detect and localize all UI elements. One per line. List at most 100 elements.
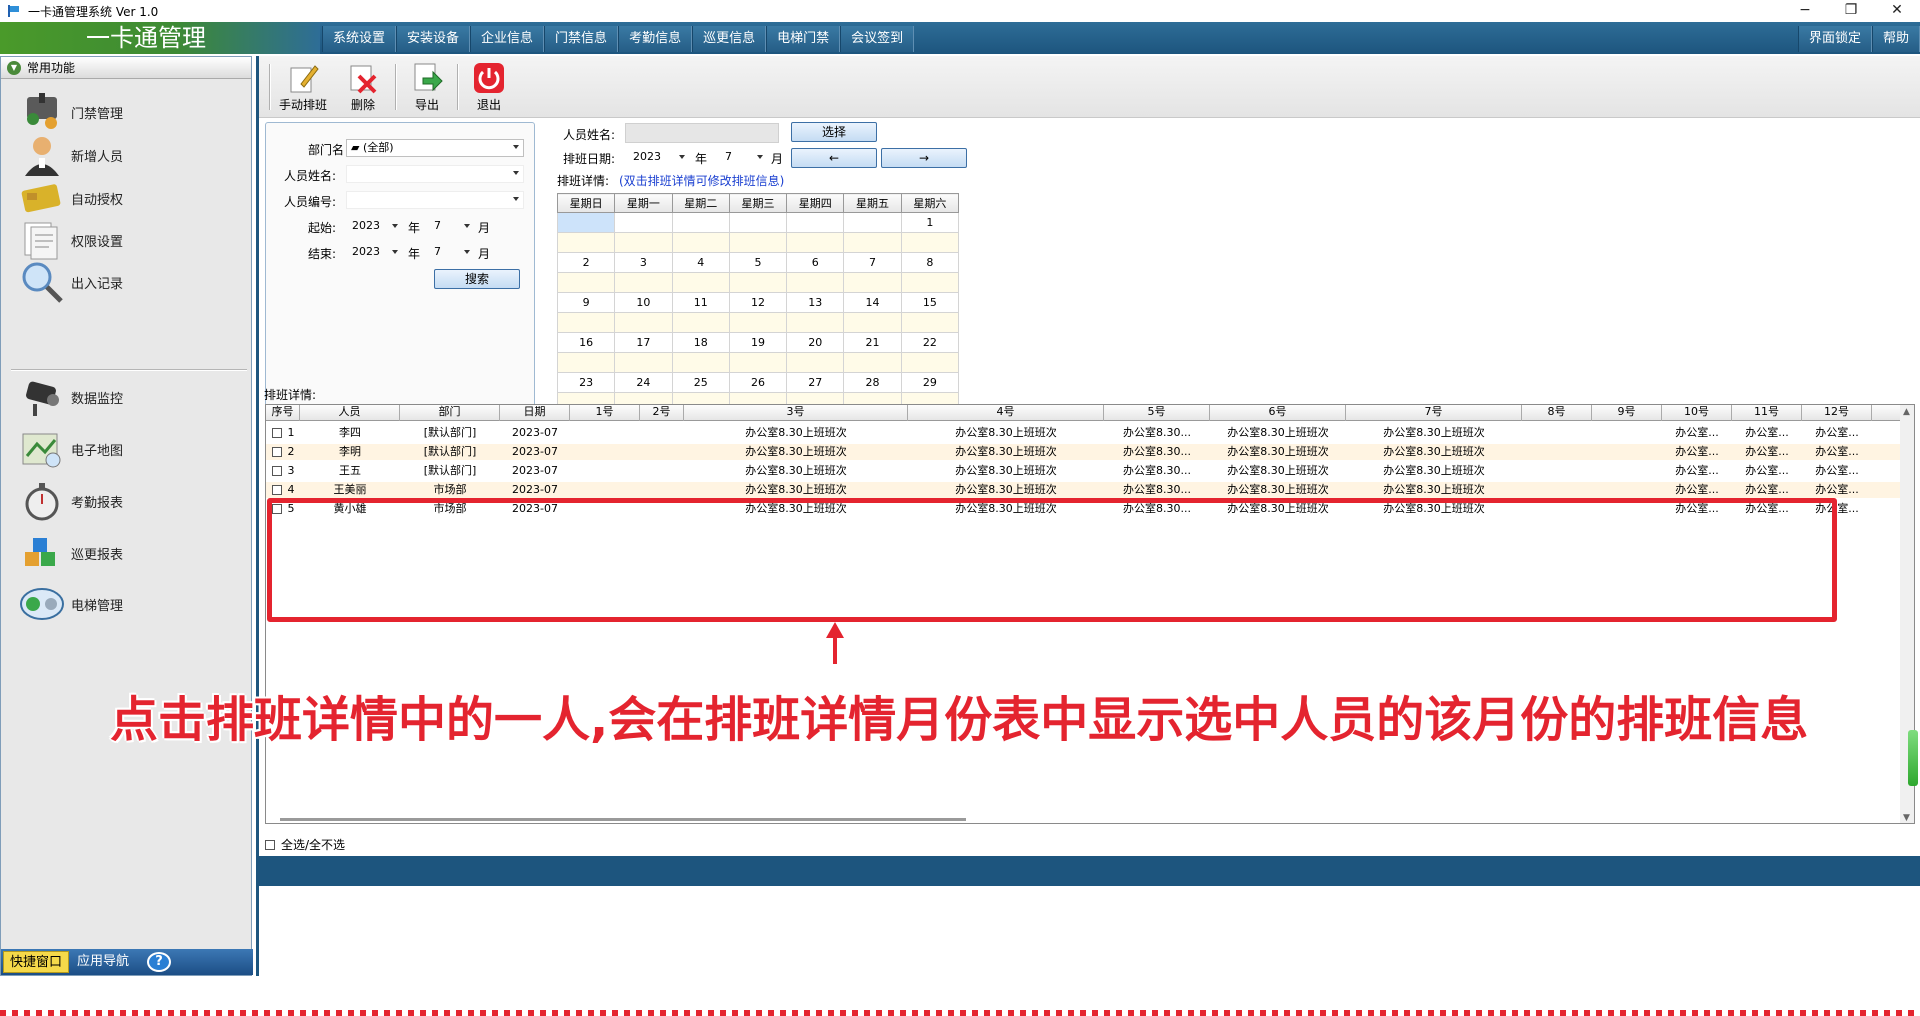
table-cell[interactable]: 办公室8.30上班班次 [1346, 444, 1522, 460]
calendar-detail-cell[interactable] [728, 312, 788, 333]
manual-schedule-button[interactable]: 手动排班 [275, 62, 331, 116]
menu-elevator-access[interactable]: 电梯门禁 [766, 26, 841, 52]
delete-button[interactable]: 删除 [335, 62, 391, 116]
sidebar-header[interactable]: ▼ 常用功能 [1, 57, 251, 79]
table-cell[interactable]: 办公室8.30上班班次 [1346, 425, 1522, 441]
calendar-detail-cell[interactable] [843, 352, 902, 373]
table-cell[interactable]: 办公室8.30上班班次 [908, 482, 1104, 498]
page-scroll-thumb[interactable] [1908, 730, 1918, 786]
table-cell[interactable]: 办公室8.30上班班次 [908, 425, 1104, 441]
table-cell[interactable]: 办公室8.30上班班次 [684, 425, 908, 441]
calendar-day[interactable]: 13 [786, 292, 845, 313]
name-select[interactable] [346, 165, 524, 183]
calendar-day[interactable] [843, 212, 902, 233]
calendar-day[interactable] [671, 212, 730, 233]
exit-button[interactable]: 退出 [461, 62, 517, 116]
calendar-day[interactable]: 21 [843, 332, 902, 353]
table-cell[interactable] [1592, 463, 1662, 479]
calendar-day[interactable] [728, 212, 788, 233]
table-cell[interactable]: 办公室8.30上班班次 [684, 463, 908, 479]
table-cell[interactable]: 办公室... [1732, 463, 1802, 479]
column-header[interactable]: 序号 [266, 405, 300, 421]
person-name-input[interactable] [625, 123, 779, 143]
table-cell[interactable] [1522, 444, 1592, 460]
calendar-detail-cell[interactable] [786, 272, 845, 293]
next-month-button[interactable]: → [881, 148, 967, 168]
table-cell[interactable] [640, 425, 684, 441]
calendar-detail-cell[interactable] [900, 352, 960, 373]
table-cell[interactable] [570, 463, 640, 479]
calendar-detail-cell[interactable] [614, 312, 673, 333]
column-header[interactable]: 人员 [300, 405, 400, 421]
sidebar-item-e-map[interactable]: 电子地图 [19, 424, 239, 474]
row-checkbox[interactable] [272, 466, 282, 476]
column-header[interactable]: 部门 [400, 405, 500, 421]
column-header[interactable]: 日期 [500, 405, 570, 421]
table-cell[interactable]: 办公室... [1732, 425, 1802, 441]
calendar-day[interactable] [786, 212, 845, 233]
table-cell[interactable]: 办公室8.30... [1104, 463, 1210, 479]
tab-shortcut-window[interactable]: 快捷窗口 [3, 951, 70, 973]
menu-lock-ui[interactable]: 界面锁定 [1797, 26, 1872, 52]
table-cell[interactable]: 办公室8.30上班班次 [1210, 444, 1346, 460]
table-cell[interactable]: 办公室8.30上班班次 [1346, 482, 1522, 498]
menu-install-device[interactable]: 安装设备 [396, 26, 471, 52]
search-button[interactable]: 搜索 [434, 269, 520, 289]
table-cell[interactable]: [默认部门] [400, 425, 500, 441]
calendar-day[interactable]: 23 [556, 372, 616, 393]
id-select[interactable] [346, 191, 524, 209]
calendar-detail-cell[interactable] [728, 272, 788, 293]
column-header[interactable]: 9号 [1592, 405, 1662, 421]
calendar-day[interactable]: 6 [786, 252, 845, 273]
calendar-day[interactable]: 9 [556, 292, 616, 313]
end-year-select[interactable]: 2023 [348, 243, 400, 261]
table-cell[interactable] [1592, 482, 1662, 498]
calendar-day[interactable]: 3 [614, 252, 673, 273]
calendar-day[interactable]: 14 [843, 292, 902, 313]
dept-select[interactable]: ▰ (全部) [346, 139, 524, 157]
table-cell[interactable] [570, 444, 640, 460]
sidebar-item-access-records[interactable]: 出入记录 [19, 257, 239, 307]
calendar-day[interactable]: 18 [671, 332, 730, 353]
calendar-detail-cell[interactable] [900, 312, 960, 333]
row-checkbox[interactable] [272, 428, 282, 438]
calendar-day[interactable]: 29 [900, 372, 960, 393]
calendar-day[interactable]: 22 [900, 332, 960, 353]
calendar-day[interactable]: 27 [786, 372, 845, 393]
table-cell[interactable]: 办公室... [1732, 482, 1802, 498]
schedule-year-select[interactable]: 2023 [629, 148, 687, 166]
calendar-day[interactable]: 19 [728, 332, 788, 353]
calendar-day[interactable]: 7 [843, 252, 902, 273]
table-cell[interactable]: 办公室... [1732, 444, 1802, 460]
table-cell[interactable] [1522, 482, 1592, 498]
table-cell[interactable]: 办公室... [1662, 444, 1732, 460]
calendar-day[interactable]: 16 [556, 332, 616, 353]
table-cell[interactable] [640, 463, 684, 479]
table-cell[interactable]: 办公室... [1802, 425, 1872, 441]
scroll-up-icon[interactable]: ▲ [1903, 407, 1910, 417]
calendar-day[interactable] [556, 212, 616, 233]
end-month-select[interactable]: 7 [430, 243, 472, 261]
prev-month-button[interactable]: ← [791, 148, 877, 168]
table-cell[interactable]: [默认部门] [400, 463, 500, 479]
menu-attendance-info[interactable]: 考勤信息 [618, 26, 693, 52]
table-cell[interactable]: 办公室8.30... [1104, 444, 1210, 460]
tab-app-nav[interactable]: 应用导航 [71, 951, 135, 973]
table-cell[interactable]: 2023-07 [500, 463, 570, 479]
column-header[interactable]: 11号 [1732, 405, 1802, 421]
calendar-detail-cell[interactable] [556, 312, 616, 333]
maximize-button[interactable]: ❐ [1828, 0, 1874, 22]
table-cell[interactable]: 2023-07 [500, 444, 570, 460]
row-checkbox[interactable] [272, 447, 282, 457]
table-cell[interactable]: [默认部门] [400, 444, 500, 460]
collapse-toggle-icon[interactable]: ▼ [7, 60, 21, 75]
calendar-detail-cell[interactable] [786, 352, 845, 373]
column-header[interactable]: 4号 [908, 405, 1104, 421]
table-cell[interactable]: 3 [282, 463, 300, 479]
calendar-day[interactable]: 10 [614, 292, 673, 313]
table-cell[interactable] [640, 444, 684, 460]
table-cell[interactable]: 办公室... [1802, 463, 1872, 479]
export-button[interactable]: 导出 [399, 62, 455, 116]
calendar-detail-cell[interactable] [614, 352, 673, 373]
calendar-day[interactable] [614, 212, 673, 233]
